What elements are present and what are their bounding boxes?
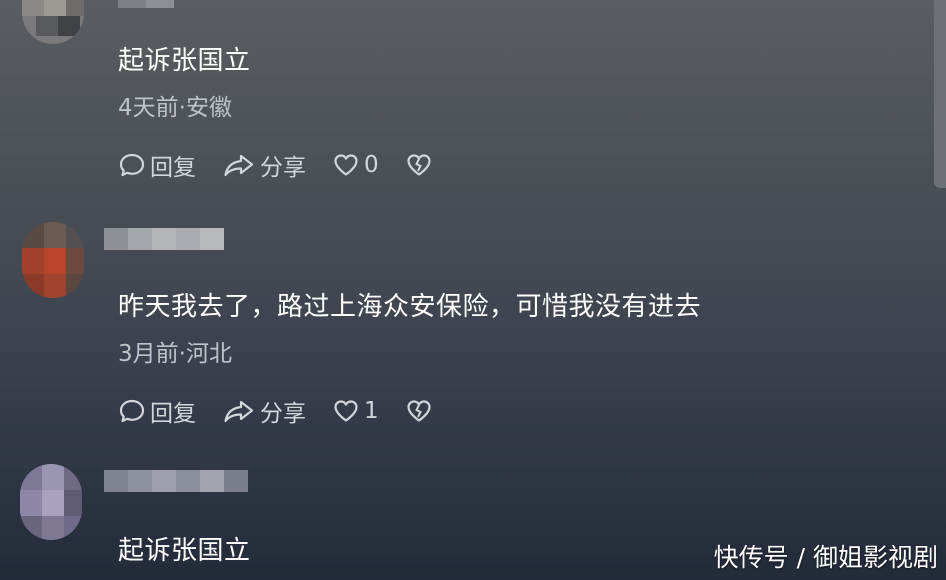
reply-label: 回复 xyxy=(150,155,196,181)
share-arrow-icon xyxy=(222,151,256,179)
avatar[interactable] xyxy=(22,222,84,298)
comment-bubble-icon xyxy=(118,397,146,425)
share-button[interactable]: 分享 xyxy=(222,394,306,428)
comment-bubble-icon xyxy=(118,151,146,179)
comment-text: 起诉张国立 xyxy=(118,536,251,566)
broken-heart-icon xyxy=(405,151,433,179)
like-button[interactable]: 1 xyxy=(332,397,379,425)
comment-meta: 3月前·河北 xyxy=(118,341,232,367)
share-button[interactable]: 分享 xyxy=(222,148,306,182)
watermark: 快传号 / 御姐影视剧 xyxy=(713,543,938,572)
share-arrow-icon xyxy=(222,397,256,425)
avatar[interactable] xyxy=(20,464,82,540)
share-label: 分享 xyxy=(260,155,306,181)
like-count: 1 xyxy=(364,398,379,424)
like-count: 0 xyxy=(364,152,379,178)
reply-button[interactable]: 回复 xyxy=(118,394,196,428)
comment-meta: 4天前·安徽 xyxy=(118,95,232,121)
comment-text: 昨天我去了，路过上海众安保险，可惜我没有进去 xyxy=(118,292,702,322)
scrollbar[interactable] xyxy=(934,0,946,188)
heart-icon xyxy=(332,151,360,179)
share-label: 分享 xyxy=(260,401,306,427)
broken-heart-icon xyxy=(405,397,433,425)
comment-text: 起诉张国立 xyxy=(118,46,251,76)
dislike-button[interactable] xyxy=(405,151,433,179)
reply-button[interactable]: 回复 xyxy=(118,148,196,182)
avatar[interactable] xyxy=(22,0,84,44)
dislike-button[interactable] xyxy=(405,397,433,425)
reply-label: 回复 xyxy=(150,401,196,427)
comment-actions: 回复 分享 0 xyxy=(118,148,459,182)
like-button[interactable]: 0 xyxy=(332,151,379,179)
heart-icon xyxy=(332,397,360,425)
comment-actions: 回复 分享 1 xyxy=(118,394,459,428)
